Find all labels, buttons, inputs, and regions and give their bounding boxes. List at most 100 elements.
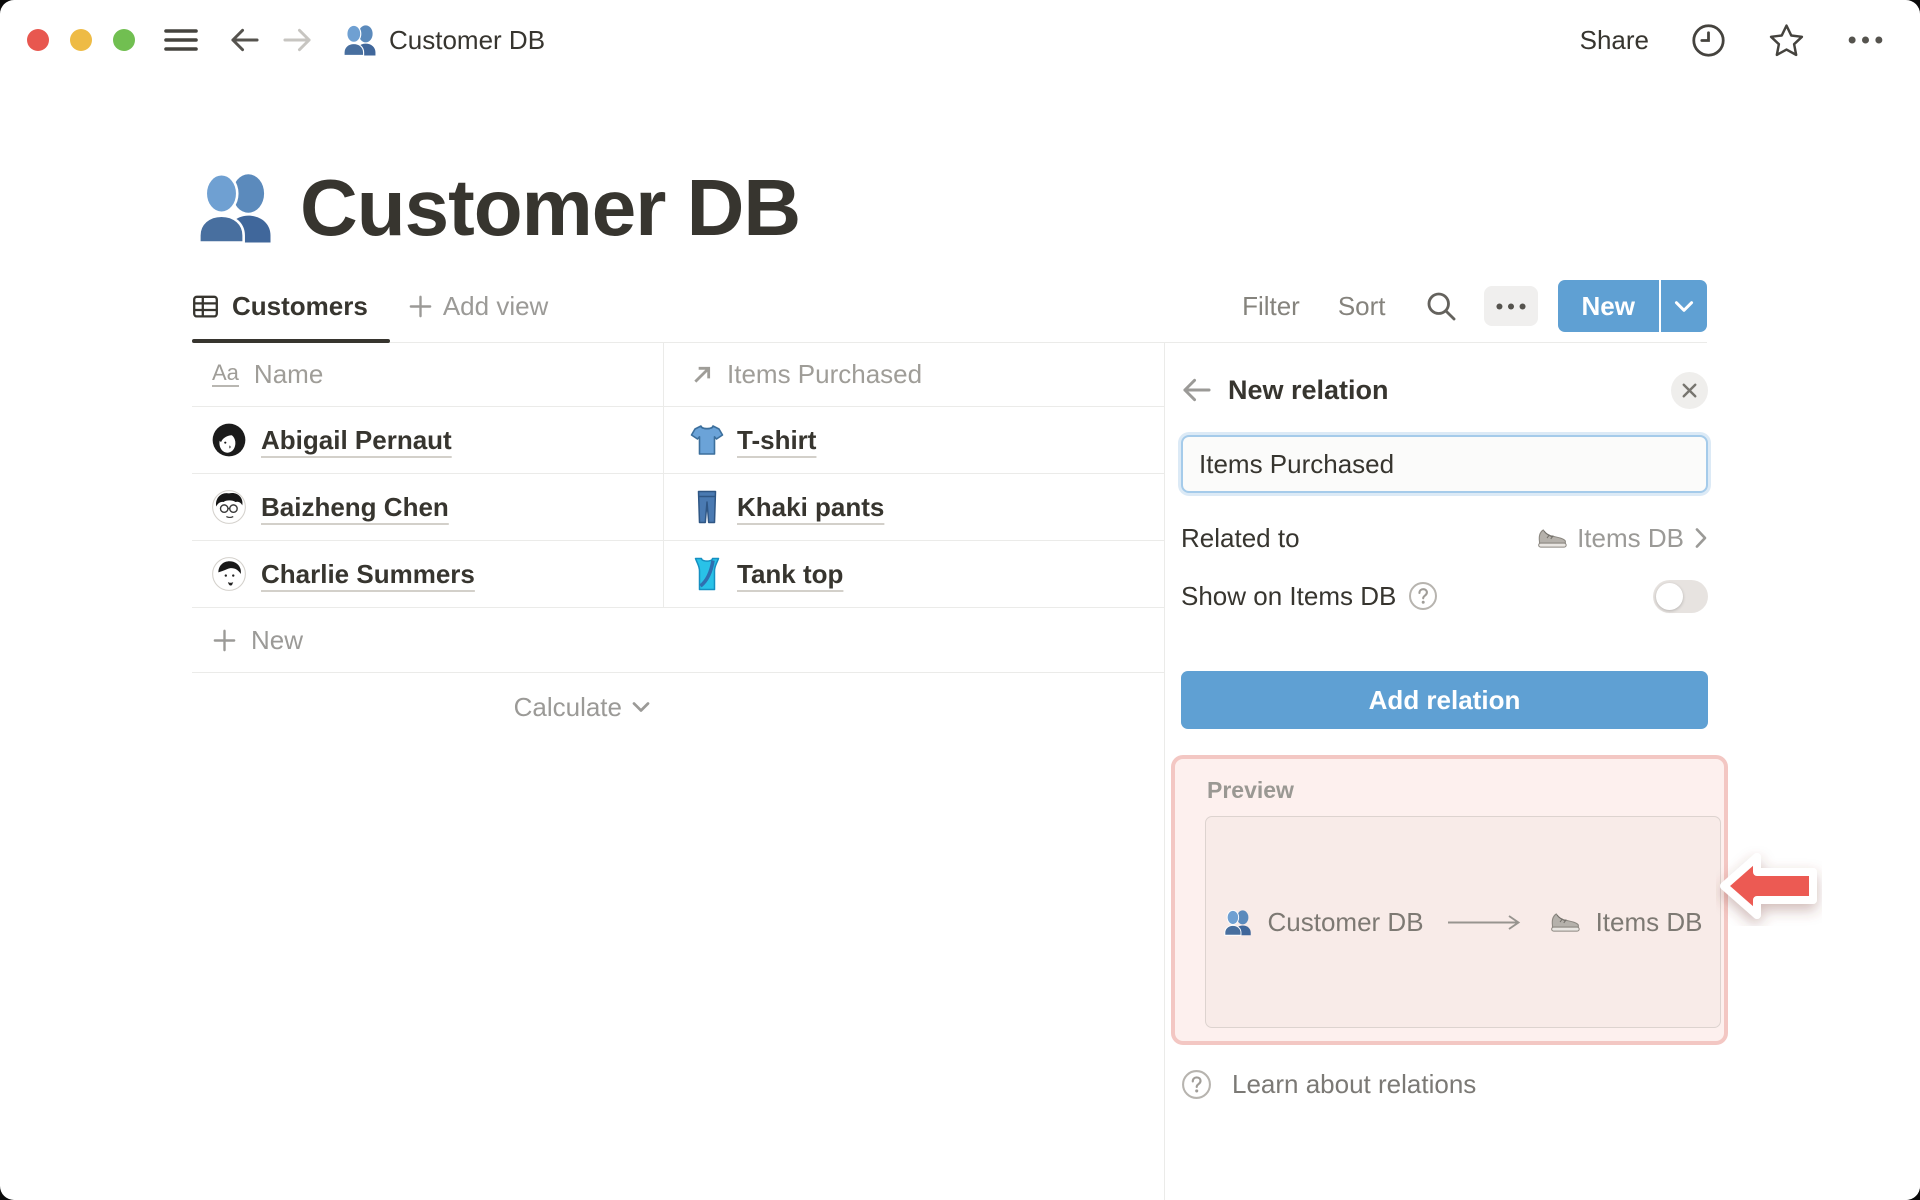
page-title: Customer DB bbox=[197, 168, 801, 248]
learn-label: Learn about relations bbox=[1232, 1069, 1477, 1099]
related-database-value: Items DB bbox=[1577, 522, 1684, 553]
hamburger-icon[interactable] bbox=[163, 27, 199, 53]
titlebar: Customer DB Share bbox=[0, 0, 1920, 80]
table-header-row: Aa Name Items Purchased bbox=[192, 343, 1165, 407]
plus-icon bbox=[408, 294, 433, 319]
page-link[interactable]: Baizheng Chen bbox=[261, 492, 449, 523]
preview-target-label: Items DB bbox=[1595, 906, 1703, 937]
panel-title: New relation bbox=[1228, 374, 1389, 405]
view-toolbar: Customers Add view Filter Sort New bbox=[192, 270, 1707, 343]
column-header-items-purchased[interactable]: Items Purchased bbox=[664, 343, 1165, 406]
table-row: Charlie Summers Tank top bbox=[192, 541, 1165, 608]
sort-button[interactable]: Sort bbox=[1338, 291, 1386, 322]
people-icon[interactable] bbox=[197, 169, 274, 246]
relation-link[interactable]: Khaki pants bbox=[737, 492, 884, 523]
minimize-window-button[interactable] bbox=[70, 29, 92, 51]
close-panel-button[interactable] bbox=[1671, 371, 1708, 409]
back-arrow-icon[interactable] bbox=[229, 26, 260, 54]
relation-arrow-icon bbox=[1446, 913, 1528, 932]
items-cell[interactable]: Tank top bbox=[664, 541, 1165, 607]
add-relation-button[interactable]: Add relation bbox=[1181, 671, 1708, 729]
name-cell[interactable]: Baizheng Chen bbox=[192, 474, 664, 540]
back-arrow-icon[interactable] bbox=[1181, 376, 1212, 404]
table-view-icon bbox=[192, 293, 219, 320]
add-view-label: Add view bbox=[442, 290, 549, 321]
filter-button[interactable]: Filter bbox=[1242, 291, 1300, 322]
table-row: Baizheng Chen Khaki pants bbox=[192, 474, 1165, 541]
related-to-label: Related to bbox=[1181, 522, 1300, 553]
table-row: Abigail Pernaut T-shirt bbox=[192, 407, 1165, 474]
avatar bbox=[212, 490, 246, 524]
database-table: Aa Name Items Purchased Abigail Pernaut … bbox=[192, 343, 1165, 741]
breadcrumb-title[interactable]: Customer DB bbox=[389, 25, 545, 56]
preview-box: Preview Customer DB Items DB bbox=[1171, 755, 1728, 1045]
new-record-button: New bbox=[1557, 280, 1707, 332]
name-cell[interactable]: Charlie Summers bbox=[192, 541, 664, 607]
show-on-toggle[interactable] bbox=[1653, 579, 1708, 613]
new-row-label: New bbox=[251, 624, 304, 655]
preview-diagram: Customer DB Items DB bbox=[1205, 816, 1721, 1028]
close-window-button[interactable] bbox=[27, 29, 49, 51]
tab-customers[interactable]: Customers bbox=[192, 270, 390, 343]
jeans-icon bbox=[690, 490, 724, 524]
question-icon bbox=[1181, 1069, 1212, 1100]
avatar bbox=[212, 423, 246, 457]
preview-source-label: Customer DB bbox=[1267, 906, 1424, 937]
sneaker-icon bbox=[1537, 527, 1567, 550]
chevron-down-icon bbox=[632, 701, 650, 713]
items-cell[interactable]: Khaki pants bbox=[664, 474, 1165, 540]
chevron-down-icon bbox=[1674, 300, 1694, 313]
tanktop-icon bbox=[690, 557, 724, 591]
people-icon bbox=[1223, 909, 1252, 936]
show-on-label: Show on Items DB bbox=[1181, 580, 1397, 611]
panel-header: New relation bbox=[1181, 369, 1708, 411]
name-cell[interactable]: Abigail Pernaut bbox=[192, 407, 664, 473]
tab-label: Customers bbox=[232, 290, 368, 321]
toggle-knob bbox=[1656, 582, 1683, 610]
question-icon[interactable] bbox=[1408, 581, 1438, 611]
traffic-lights bbox=[27, 29, 135, 51]
app-window: Customer DB Share Customer DB Customers … bbox=[0, 0, 1920, 1200]
new-relation-panel: New relation Related to Items DB Show on… bbox=[1164, 343, 1920, 1200]
column-label: Name bbox=[253, 359, 324, 389]
calculate-button[interactable]: Calculate bbox=[192, 673, 664, 741]
new-dropdown-button[interactable] bbox=[1661, 280, 1707, 332]
column-label: Items Purchased bbox=[727, 359, 923, 389]
zoom-window-button[interactable] bbox=[113, 29, 135, 51]
clock-icon[interactable] bbox=[1691, 23, 1726, 58]
calculate-label: Calculate bbox=[513, 691, 622, 722]
share-button[interactable]: Share bbox=[1580, 25, 1649, 56]
column-header-name[interactable]: Aa Name bbox=[192, 343, 664, 406]
titlebar-actions: Share bbox=[1580, 23, 1884, 58]
learn-about-relations-link[interactable]: Learn about relations bbox=[1181, 1069, 1708, 1100]
sneaker-icon bbox=[1550, 911, 1580, 934]
items-cell[interactable]: T-shirt bbox=[664, 407, 1165, 473]
close-icon bbox=[1679, 380, 1700, 401]
page-link[interactable]: Abigail Pernaut bbox=[261, 425, 452, 456]
page-link[interactable]: Charlie Summers bbox=[261, 559, 475, 590]
relation-link[interactable]: T-shirt bbox=[737, 425, 816, 456]
avatar bbox=[212, 557, 246, 591]
view-options-button[interactable] bbox=[1483, 286, 1538, 326]
star-icon[interactable] bbox=[1768, 23, 1805, 58]
related-to-row: Related to Items DB bbox=[1181, 517, 1708, 559]
show-on-row: Show on Items DB bbox=[1181, 573, 1708, 619]
forward-arrow-icon[interactable] bbox=[282, 26, 313, 54]
tshirt-icon bbox=[690, 423, 724, 457]
relation-link[interactable]: Tank top bbox=[737, 559, 843, 590]
add-view-button[interactable]: Add view bbox=[408, 290, 549, 322]
toolbar-tools: Filter Sort New bbox=[1242, 280, 1707, 332]
search-icon[interactable] bbox=[1424, 289, 1458, 323]
text-type-icon: Aa bbox=[212, 360, 239, 387]
people-icon bbox=[343, 24, 377, 56]
plus-icon bbox=[212, 628, 237, 653]
related-database-select[interactable]: Items DB bbox=[1537, 523, 1708, 554]
arrow-up-right-icon bbox=[690, 363, 714, 387]
preview-label: Preview bbox=[1207, 777, 1294, 803]
more-options-icon[interactable] bbox=[1847, 35, 1884, 45]
new-row-button[interactable]: New bbox=[192, 608, 1165, 673]
page-title-text[interactable]: Customer DB bbox=[300, 168, 801, 248]
chevron-right-icon bbox=[1694, 527, 1708, 549]
new-button[interactable]: New bbox=[1557, 280, 1659, 332]
relation-name-input[interactable] bbox=[1181, 435, 1708, 493]
